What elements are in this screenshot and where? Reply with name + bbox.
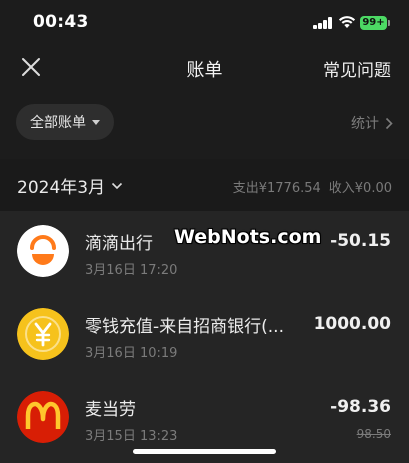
didi-logo-icon [17, 225, 69, 277]
transaction-date: 3月16日 17:20 [85, 263, 178, 278]
expense-summary: 支出¥1776.54 [232, 181, 321, 196]
merchant-name: 滴滴出行 [85, 234, 153, 254]
statistics-label: 统计 [351, 116, 379, 132]
close-icon[interactable] [18, 54, 44, 80]
transaction-date: 3月16日 10:19 [85, 346, 178, 361]
merchant-name: 零钱充值-来自招商银行(... [85, 317, 284, 337]
transaction-row[interactable]: 滴滴出行 3月16日 17:20 -50.15 [0, 211, 409, 291]
home-indicator [133, 449, 276, 454]
statistics-link[interactable]: 统计 [351, 113, 393, 133]
transaction-list: 滴滴出行 3月16日 17:20 -50.15 零钱充值-来自招商银行(... … [0, 211, 409, 463]
mcdonalds-logo-icon [17, 391, 69, 443]
month-summary: 支出¥1776.54 收入¥0.00 [233, 177, 392, 196]
transaction-row[interactable]: 零钱充值-来自招商银行(... 3月16日 10:19 1000.00 [0, 294, 409, 374]
wifi-icon [338, 16, 356, 28]
bill-screen: 00:43 99+ 账单 常见问题 全部账单 统计 2024年3月 支出¥177… [0, 0, 409, 463]
transaction-amount: 1000.00 [313, 314, 391, 334]
month-label: 2024年3月 [17, 178, 106, 198]
month-selector[interactable]: 2024年3月 [17, 173, 123, 198]
merchant-name: 麦当劳 [85, 400, 136, 420]
nav-bar: 账单 常见问题 [0, 44, 409, 90]
caret-down-icon [92, 119, 100, 125]
status-bar: 00:43 99+ [0, 0, 409, 44]
cellular-signal-icon [313, 17, 333, 29]
transaction-amount: -50.15 [330, 231, 391, 251]
battery-tip [388, 20, 390, 26]
bill-type-filter[interactable]: 全部账单 [16, 104, 114, 140]
status-time: 00:43 [33, 12, 89, 32]
original-amount: 98.50 [356, 427, 391, 441]
battery-level: 99+ [362, 17, 385, 28]
yuan-coin-icon [17, 308, 69, 360]
month-header: 2024年3月 支出¥1776.54 收入¥0.00 [0, 159, 409, 211]
transaction-date: 3月15日 13:23 [85, 429, 178, 444]
chevron-right-icon [385, 117, 393, 129]
income-summary: 收入¥0.00 [328, 181, 392, 196]
transaction-amount: -98.36 [330, 397, 391, 417]
battery-icon: 99+ [360, 16, 387, 30]
filter-row: 全部账单 统计 [0, 100, 409, 144]
bill-type-label: 全部账单 [30, 115, 86, 131]
transaction-row[interactable]: 麦当劳 3月15日 13:23 -98.36 98.50 [0, 377, 409, 457]
chevron-down-icon [112, 182, 123, 189]
faq-link[interactable]: 常见问题 [323, 56, 391, 81]
